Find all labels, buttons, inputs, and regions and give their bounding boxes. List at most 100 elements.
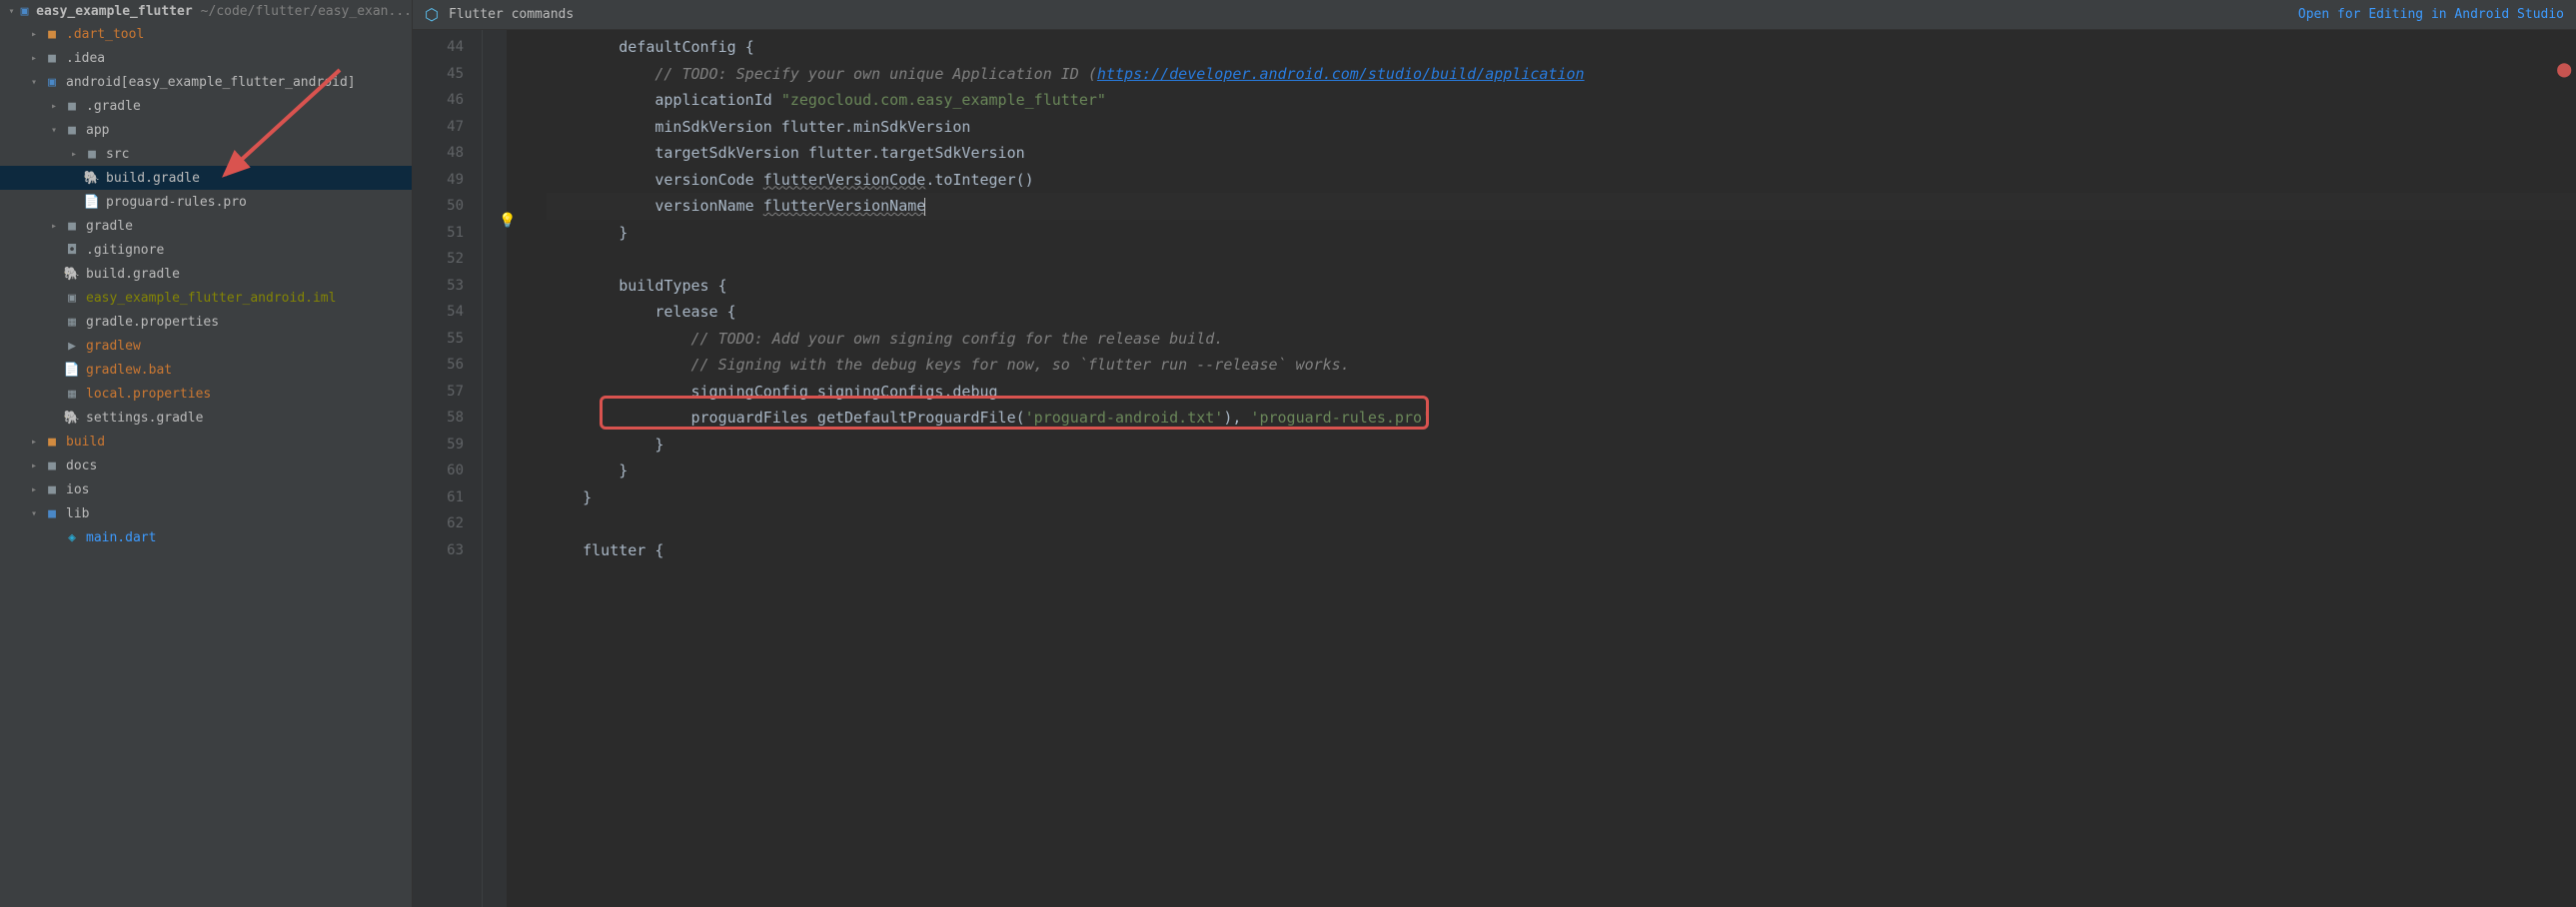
code-line: versionName flutterVersionName bbox=[547, 193, 2576, 220]
tree-item-gradlew-bat[interactable]: 📄 gradlew.bat bbox=[0, 358, 412, 382]
open-android-studio-link[interactable]: Open for Editing in Android Studio bbox=[2298, 7, 2564, 22]
line-number: 62 bbox=[417, 510, 464, 537]
folder-icon: ■ bbox=[44, 26, 60, 42]
line-number: 58 bbox=[417, 405, 464, 432]
line-number: 51 bbox=[417, 220, 464, 247]
tree-label: proguard-rules.pro bbox=[106, 195, 247, 210]
code-line: targetSdkVersion flutter.targetSdkVersio… bbox=[547, 140, 2576, 167]
tree-label: .gradle bbox=[86, 99, 141, 114]
tree-item-gitignore[interactable]: ◘ .gitignore bbox=[0, 238, 412, 262]
tree-item-idea[interactable]: ■ .idea bbox=[0, 46, 412, 70]
chevron-right-icon[interactable] bbox=[66, 146, 82, 162]
file-icon: 📄 bbox=[64, 362, 80, 378]
tree-item-build[interactable]: ■ build bbox=[0, 430, 412, 454]
tree-label: main.dart bbox=[86, 530, 156, 545]
line-number: 44 bbox=[417, 34, 464, 61]
tree-label: gradle.properties bbox=[86, 315, 219, 330]
line-number: 61 bbox=[417, 484, 464, 511]
code-content[interactable]: defaultConfig { // TODO: Specify your ow… bbox=[507, 30, 2576, 907]
tree-item-gradlew[interactable]: ▶ gradlew bbox=[0, 334, 412, 358]
code-line: versionCode flutterVersionCode.toInteger… bbox=[547, 167, 2576, 194]
chevron-right-icon[interactable] bbox=[26, 26, 42, 42]
chevron-down-icon[interactable] bbox=[26, 74, 42, 90]
folder-icon: ■ bbox=[44, 50, 60, 66]
tree-label: app bbox=[86, 123, 109, 138]
toolbar-title: Flutter commands bbox=[449, 7, 574, 22]
tree-item-main-dart[interactable]: ◈ main.dart bbox=[0, 525, 412, 549]
line-number: 63 bbox=[417, 537, 464, 564]
tree-item-src[interactable]: ■ src bbox=[0, 142, 412, 166]
line-number-gutter: 44 45 46 47 48 49 50 51 52 53 54 55 56 5… bbox=[413, 30, 483, 907]
tree-label: easy_example_flutter_android.iml bbox=[86, 291, 336, 306]
folder-icon: ■ bbox=[64, 122, 80, 138]
properties-icon: ▦ bbox=[64, 386, 80, 402]
code-line: } bbox=[547, 220, 2576, 247]
tree-label: src bbox=[106, 147, 129, 162]
tree-item-settings-gradle[interactable]: 🐘 settings.gradle bbox=[0, 406, 412, 430]
tree-item-gradle-folder[interactable]: ■ gradle bbox=[0, 214, 412, 238]
folder-icon: ■ bbox=[64, 98, 80, 114]
chevron-right-icon[interactable] bbox=[26, 481, 42, 497]
folder-icon: ■ bbox=[44, 457, 60, 473]
tree-label: ios bbox=[66, 482, 89, 497]
intention-bulb-icon[interactable]: 💡 bbox=[499, 213, 516, 229]
tree-item-proguard[interactable]: 📄 proguard-rules.pro bbox=[0, 190, 412, 214]
code-line: } bbox=[547, 457, 2576, 484]
tree-item-gradle-properties[interactable]: ▦ gradle.properties bbox=[0, 310, 412, 334]
tree-item-local-properties[interactable]: ▦ local.properties bbox=[0, 382, 412, 406]
line-number: 48 bbox=[417, 140, 464, 167]
fold-bar bbox=[483, 30, 507, 907]
tree-item-iml[interactable]: ▣ easy_example_flutter_android.iml bbox=[0, 286, 412, 310]
tree-label: .idea bbox=[66, 51, 105, 66]
tree-item-ios[interactable]: ■ ios bbox=[0, 477, 412, 501]
tree-label: .gitignore bbox=[86, 243, 164, 258]
flutter-icon: ⬡ bbox=[425, 5, 439, 24]
chevron-right-icon[interactable] bbox=[46, 98, 62, 114]
project-name: easy_example_flutter bbox=[36, 4, 193, 19]
tree-item-android[interactable]: ▣ android [easy_example_flutter_android] bbox=[0, 70, 412, 94]
dart-file-icon: ◈ bbox=[64, 529, 80, 545]
gradle-file-icon: 🐘 bbox=[84, 170, 100, 186]
code-line: } bbox=[547, 484, 2576, 511]
line-number: 46 bbox=[417, 87, 464, 114]
editor-toolbar: ⬡ Flutter commands Open for Editing in A… bbox=[413, 0, 2576, 30]
tree-item-dart-tool[interactable]: ■ .dart_tool bbox=[0, 22, 412, 46]
line-number: 50 bbox=[417, 193, 464, 220]
chevron-right-icon[interactable] bbox=[46, 218, 62, 234]
tree-item-app[interactable]: ■ app bbox=[0, 118, 412, 142]
line-number: 47 bbox=[417, 114, 464, 141]
tree-label: build.gradle bbox=[86, 267, 180, 282]
line-number: 45 bbox=[417, 61, 464, 88]
code-line: // TODO: Add your own signing config for… bbox=[547, 326, 2576, 353]
chevron-right-icon[interactable] bbox=[26, 434, 42, 450]
code-line: // Signing with the debug keys for now, … bbox=[547, 352, 2576, 379]
chevron-down-icon[interactable] bbox=[46, 122, 62, 138]
code-line: proguardFiles getDefaultProguardFile('pr… bbox=[547, 405, 2576, 432]
line-number: 57 bbox=[417, 379, 464, 406]
tree-item-dot-gradle[interactable]: ■ .gradle bbox=[0, 94, 412, 118]
tree-label: local.properties bbox=[86, 387, 211, 402]
chevron-down-icon[interactable] bbox=[26, 505, 42, 521]
text-caret bbox=[924, 198, 925, 216]
chevron-right-icon[interactable] bbox=[26, 457, 42, 473]
project-tree-panel: ▣ easy_example_flutter ~/code/flutter/ea… bbox=[0, 0, 413, 907]
project-path: ~/code/flutter/easy_exan... bbox=[201, 4, 412, 19]
chevron-down-icon[interactable] bbox=[6, 3, 17, 19]
line-number: 56 bbox=[417, 352, 464, 379]
chevron-right-icon[interactable] bbox=[26, 50, 42, 66]
tree-label: gradlew.bat bbox=[86, 363, 172, 378]
code-line: defaultConfig { bbox=[547, 34, 2576, 61]
tree-label: gradlew bbox=[86, 339, 141, 354]
folder-icon: ■ bbox=[44, 481, 60, 497]
tree-label: build bbox=[66, 435, 105, 450]
tree-item-docs[interactable]: ■ docs bbox=[0, 454, 412, 477]
project-root[interactable]: ▣ easy_example_flutter ~/code/flutter/ea… bbox=[0, 0, 412, 22]
folder-icon: ■ bbox=[84, 146, 100, 162]
line-number: 52 bbox=[417, 246, 464, 273]
folder-icon: ■ bbox=[64, 218, 80, 234]
tree-item-build-gradle-app[interactable]: 🐘 build.gradle bbox=[0, 166, 412, 190]
code-editor[interactable]: ⬤ 44 45 46 47 48 49 50 51 52 53 54 55 56… bbox=[413, 30, 2576, 907]
tree-item-lib[interactable]: ■ lib bbox=[0, 501, 412, 525]
tree-item-build-gradle[interactable]: 🐘 build.gradle bbox=[0, 262, 412, 286]
tree-label: gradle bbox=[86, 219, 133, 234]
